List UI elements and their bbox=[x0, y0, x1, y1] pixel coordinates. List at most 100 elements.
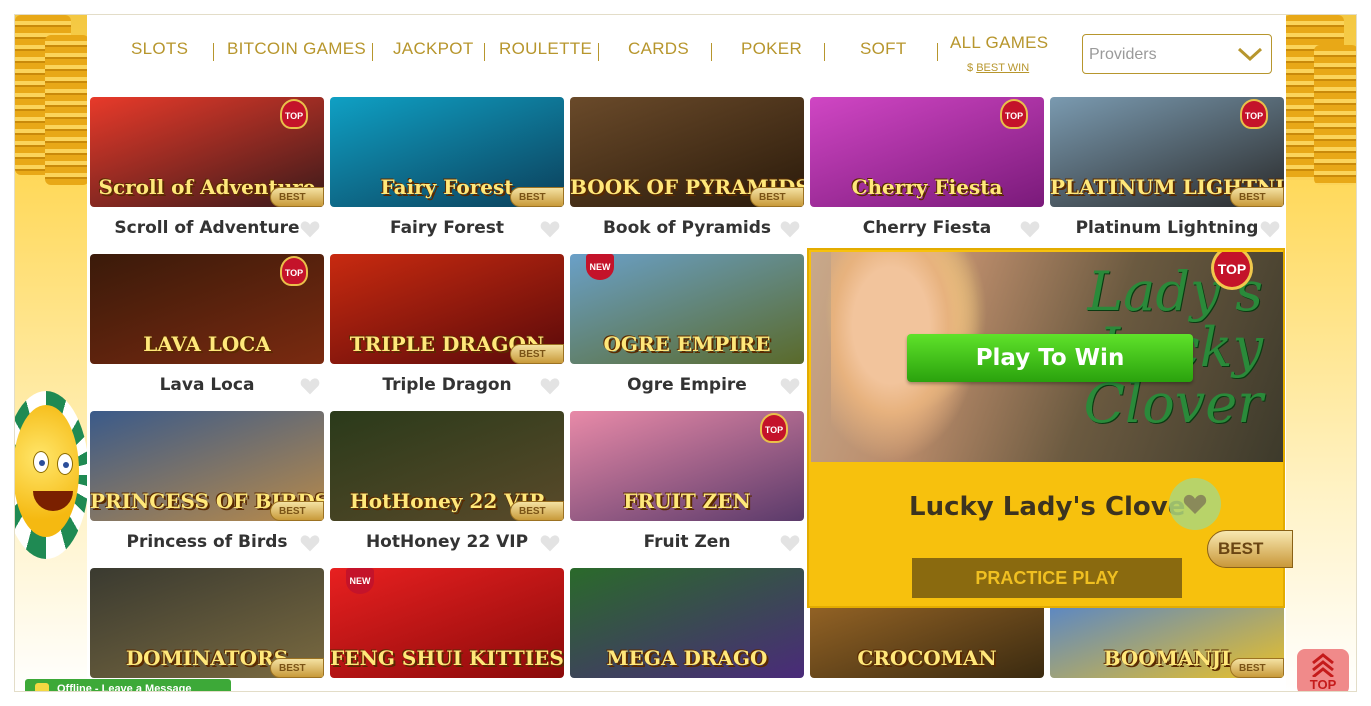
game-name[interactable]: Fruit Zen bbox=[570, 532, 804, 552]
practice-play-button[interactable]: PRACTICE PLAY bbox=[912, 558, 1182, 598]
chat-icon bbox=[35, 683, 49, 691]
game-name[interactable]: Fairy Forest bbox=[330, 218, 564, 238]
nav-item-roulette[interactable]: ROULETTE bbox=[499, 39, 592, 59]
game-name[interactable]: HotHoney 22 VIP bbox=[330, 532, 564, 552]
nav-item-bitcoin-games[interactable]: BITCOIN GAMES bbox=[227, 39, 366, 59]
featured-game-card[interactable]: Lady's Lucky Clover Play To Win TOP Luck… bbox=[807, 248, 1293, 608]
heart-icon[interactable] bbox=[780, 376, 800, 396]
game-art-title: CROCOMAN bbox=[857, 646, 997, 670]
smiley-chip-mascot bbox=[15, 391, 89, 559]
game-art-title: FRUIT ZEN bbox=[623, 489, 751, 513]
new-badge: NEW bbox=[586, 254, 614, 280]
live-chat-tab[interactable]: Offline - Leave a Message bbox=[25, 679, 231, 692]
smiley-eye bbox=[33, 451, 49, 473]
play-to-win-button[interactable]: Play To Win bbox=[907, 334, 1193, 382]
smiley-eye bbox=[57, 453, 73, 475]
top-badge: TOP bbox=[1240, 99, 1268, 129]
scroll-to-top-button[interactable]: TOP bbox=[1297, 649, 1349, 692]
nav-separator bbox=[937, 43, 938, 61]
nav-item-jackpot[interactable]: JACKPOT bbox=[393, 39, 474, 59]
nav-separator bbox=[711, 43, 712, 61]
heart-icon[interactable] bbox=[300, 376, 320, 396]
nav-item-cards[interactable]: CARDS bbox=[628, 39, 689, 59]
featured-game-image[interactable]: Lady's Lucky Clover Play To Win TOP bbox=[811, 252, 1283, 462]
game-art-title: MEGA DRAGO bbox=[606, 646, 768, 670]
favorite-button[interactable] bbox=[1169, 478, 1221, 530]
game-tile[interactable]: BOOK OF PYRAMIDS BEST bbox=[570, 97, 804, 207]
best-win-label: BEST WIN bbox=[976, 62, 1030, 74]
game-art-title: Cherry Fiesta bbox=[851, 175, 1003, 199]
chat-label: Offline - Leave a Message bbox=[57, 683, 192, 692]
nav-separator bbox=[213, 43, 214, 61]
best-badge: BEST bbox=[1230, 658, 1284, 678]
game-art-title: FENG SHUI KITTIES bbox=[330, 646, 564, 670]
heart-icon[interactable] bbox=[1020, 219, 1040, 239]
best-badge: BEST bbox=[270, 501, 324, 521]
page-frame: SLOTS BITCOIN GAMES JACKPOT ROULETTE CAR… bbox=[14, 14, 1357, 692]
nav-separator bbox=[824, 43, 825, 61]
nav-item-all-games[interactable]: ALL GAMES bbox=[950, 33, 1048, 53]
heart-icon[interactable] bbox=[780, 533, 800, 553]
heart-icon[interactable] bbox=[540, 533, 560, 553]
nav-item-poker[interactable]: POKER bbox=[741, 39, 802, 59]
top-badge: TOP bbox=[760, 413, 788, 443]
best-badge: BEST bbox=[270, 658, 324, 678]
game-name[interactable]: Princess of Birds bbox=[90, 532, 324, 552]
game-tile[interactable]: Fairy Forest BEST bbox=[330, 97, 564, 207]
heart-icon[interactable] bbox=[300, 219, 320, 239]
game-tile[interactable]: MEGA DRAGO bbox=[570, 568, 804, 678]
best-win-link[interactable]: $ BEST WIN bbox=[967, 62, 1029, 74]
top-badge: TOP bbox=[1000, 99, 1028, 129]
chevron-down-icon bbox=[1237, 47, 1263, 62]
nav-item-slots[interactable]: SLOTS bbox=[131, 39, 188, 59]
heart-icon bbox=[1183, 494, 1207, 514]
game-name[interactable]: Scroll of Adventure bbox=[90, 218, 324, 238]
top-badge: TOP bbox=[280, 99, 308, 129]
main-content: SLOTS BITCOIN GAMES JACKPOT ROULETTE CAR… bbox=[87, 15, 1293, 691]
game-art-title: OGRE EMPIRE bbox=[603, 332, 771, 356]
game-tile[interactable]: Scroll of Adventure TOP BEST bbox=[90, 97, 324, 207]
best-badge: BEST bbox=[510, 187, 564, 207]
nav-separator bbox=[372, 43, 373, 61]
best-badge: BEST bbox=[270, 187, 324, 207]
left-coin-decoration bbox=[15, 15, 89, 691]
game-tile[interactable]: HotHoney 22 VIP BEST bbox=[330, 411, 564, 521]
game-name[interactable]: Cherry Fiesta bbox=[810, 218, 1044, 238]
providers-dropdown[interactable]: Providers bbox=[1082, 34, 1272, 74]
game-tile[interactable]: Cherry Fiesta TOP bbox=[810, 97, 1044, 207]
best-badge: BEST bbox=[1207, 530, 1293, 568]
game-tile[interactable]: FENG SHUI KITTIES NEW bbox=[330, 568, 564, 678]
providers-placeholder: Providers bbox=[1089, 46, 1157, 63]
new-badge: NEW bbox=[346, 568, 374, 594]
featured-game-title: Lucky Lady's Clove bbox=[909, 492, 1186, 522]
best-win-prefix: $ bbox=[967, 62, 974, 74]
game-name[interactable]: Book of Pyramids bbox=[570, 218, 804, 238]
game-tile[interactable]: TRIPLE DRAGON BEST bbox=[330, 254, 564, 364]
game-tile[interactable]: LAVA LOCA TOP bbox=[90, 254, 324, 364]
game-tile[interactable]: PLATINUM LIGHTNINGTOPBEST bbox=[1050, 97, 1284, 207]
scroll-top-label: TOP bbox=[1309, 677, 1337, 692]
chevron-up-icon bbox=[1312, 653, 1334, 677]
nav-separator bbox=[484, 43, 485, 61]
heart-icon[interactable] bbox=[540, 219, 560, 239]
game-name[interactable]: Ogre Empire bbox=[570, 375, 804, 395]
best-badge: BEST bbox=[510, 501, 564, 521]
heart-icon[interactable] bbox=[1260, 219, 1280, 239]
category-nav: SLOTS BITCOIN GAMES JACKPOT ROULETTE CAR… bbox=[87, 15, 1286, 93]
game-name[interactable]: Platinum Lightning bbox=[1050, 218, 1284, 238]
heart-icon[interactable] bbox=[540, 376, 560, 396]
game-tile[interactable]: FRUIT ZEN TOP bbox=[570, 411, 804, 521]
best-badge: BEST bbox=[750, 187, 804, 207]
nav-item-soft[interactable]: SOFT bbox=[860, 39, 907, 59]
game-name[interactable]: Triple Dragon bbox=[330, 375, 564, 395]
smiley-mouth bbox=[33, 491, 73, 511]
heart-icon[interactable] bbox=[780, 219, 800, 239]
coin-stack-icon bbox=[1314, 45, 1356, 185]
heart-icon[interactable] bbox=[300, 533, 320, 553]
game-tile[interactable]: OGRE EMPIRE NEW bbox=[570, 254, 804, 364]
game-tile[interactable]: PRINCESS OF BIRDS BEST bbox=[90, 411, 324, 521]
right-coin-decoration bbox=[1284, 15, 1356, 691]
game-tile[interactable]: DOMINATORS BEST bbox=[90, 568, 324, 678]
game-art-title: LAVA LOCA bbox=[143, 332, 271, 356]
game-name[interactable]: Lava Loca bbox=[90, 375, 324, 395]
